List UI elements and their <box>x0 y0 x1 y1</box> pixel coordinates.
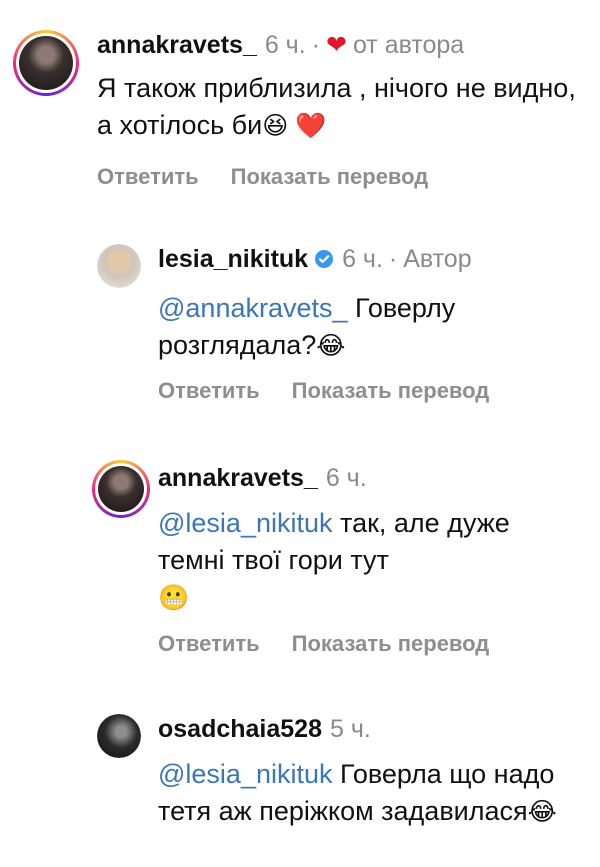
username[interactable]: annakravets_ <box>158 464 318 492</box>
avatar[interactable] <box>97 244 141 288</box>
username[interactable]: annakravets_ <box>97 31 257 59</box>
show-translation-button[interactable]: Показать перевод <box>292 378 490 403</box>
show-translation-button[interactable]: Показать перевод <box>292 631 490 656</box>
timestamp: 6 ч. <box>325 464 367 492</box>
comment-4: osadchaia528 5 ч. @lesia_nikituk Говерла … <box>0 700 600 867</box>
username[interactable]: osadchaia528 <box>158 715 322 743</box>
emoji: 😆 ❤️ <box>262 112 327 140</box>
emoji: 😂 <box>527 798 557 826</box>
comment-2: lesia_nikituk 6 ч. · Автор @annakravets_ Го… <box>0 230 600 410</box>
comment-3: annakravets_ 6 ч. @lesia_nikituk так, але… <box>0 455 600 675</box>
mention-link[interactable]: @annakravets_ <box>158 293 348 323</box>
comment-text: Я також приблизила , нічого не видно, а … <box>97 73 576 140</box>
show-translation-button[interactable]: Показать перевод <box>231 164 429 189</box>
avatar[interactable] <box>13 30 79 96</box>
author-badge: Автор <box>403 245 472 273</box>
timestamp: 5 ч. <box>330 715 371 743</box>
timestamp: 6 ч. <box>342 245 383 273</box>
reply-button[interactable]: Ответить <box>97 164 199 189</box>
verified-badge-icon <box>315 250 334 268</box>
liked-by-author-label: от автора <box>352 31 465 59</box>
emoji: 😂 <box>316 332 346 360</box>
emoji: 😬 <box>158 584 190 612</box>
username[interactable]: lesia_nikituk <box>158 245 308 273</box>
reply-button[interactable]: Ответить <box>158 631 260 656</box>
avatar[interactable] <box>92 460 150 518</box>
comment-text: @lesia_nikituk Говерла що надо тетя аж п… <box>158 759 557 826</box>
reply-button[interactable]: Ответить <box>158 378 260 403</box>
separator-dot: · <box>388 245 398 273</box>
comment-text: @annakravets_ Говерлу розглядала?😂 <box>158 293 456 360</box>
mention-link[interactable]: @lesia_nikituk <box>158 759 333 789</box>
mention-link[interactable]: @lesia_nikituk <box>158 508 333 538</box>
heart-icon: ❤ <box>325 31 347 59</box>
comment-text: @lesia_nikituk так, але дуже темні твої … <box>158 508 510 612</box>
comment-1: annakravets_ 6 ч. · ❤ от автора Я також приб… <box>0 0 600 200</box>
separator-dot: · <box>311 31 320 59</box>
avatar[interactable] <box>97 714 141 758</box>
timestamp: 6 ч. <box>264 31 306 59</box>
